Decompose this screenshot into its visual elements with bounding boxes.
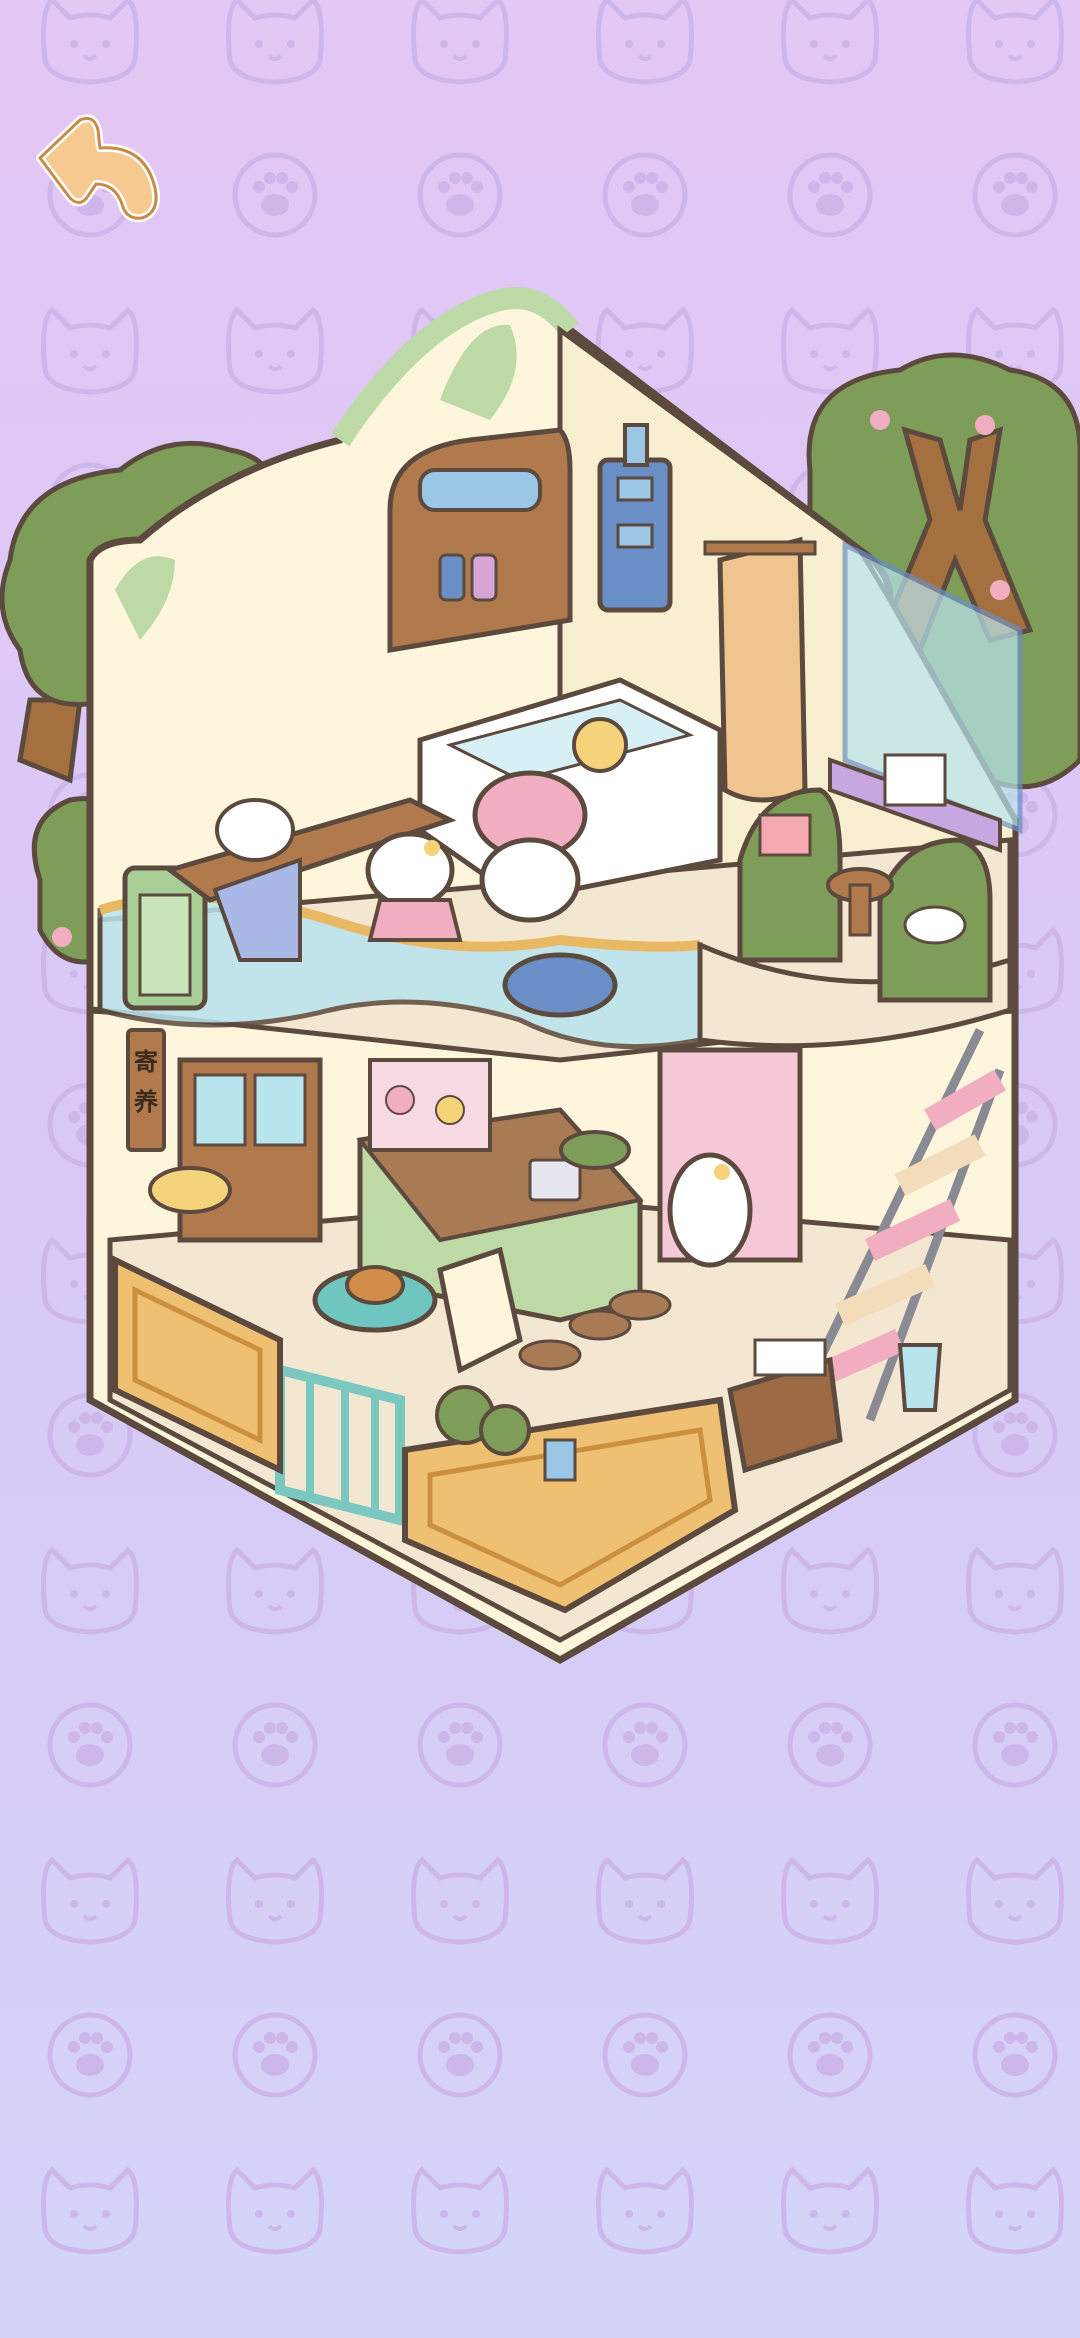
pet-shop-house: 寄 养: [0, 287, 1080, 1665]
green-stool: [559, 1130, 631, 1170]
back-button[interactable]: [30, 110, 165, 230]
foster-sign-char-1: 寄: [134, 1047, 158, 1076]
foster-sign-char-2: 养: [133, 1087, 158, 1116]
flower-icon: [975, 415, 995, 435]
flower-icon: [990, 580, 1010, 600]
flower-icon: [870, 410, 890, 430]
cat-in-bath: [572, 717, 628, 773]
pink-cat-groomer: [472, 770, 588, 923]
cake-display: [368, 1058, 492, 1152]
flower-icon: [52, 927, 72, 947]
back-arrow-icon: [36, 114, 161, 223]
vacuum-cleaner: [502, 952, 618, 1018]
white-cat-with-hairdryer: [365, 831, 463, 942]
white-cat-mopping: [667, 1152, 753, 1268]
white-dog: [215, 798, 295, 862]
blue-bin: [897, 1343, 943, 1412]
shelf-unit: [387, 427, 573, 653]
dog-bed: [312, 1265, 438, 1333]
foster-sign: 寄 养: [126, 1028, 166, 1152]
